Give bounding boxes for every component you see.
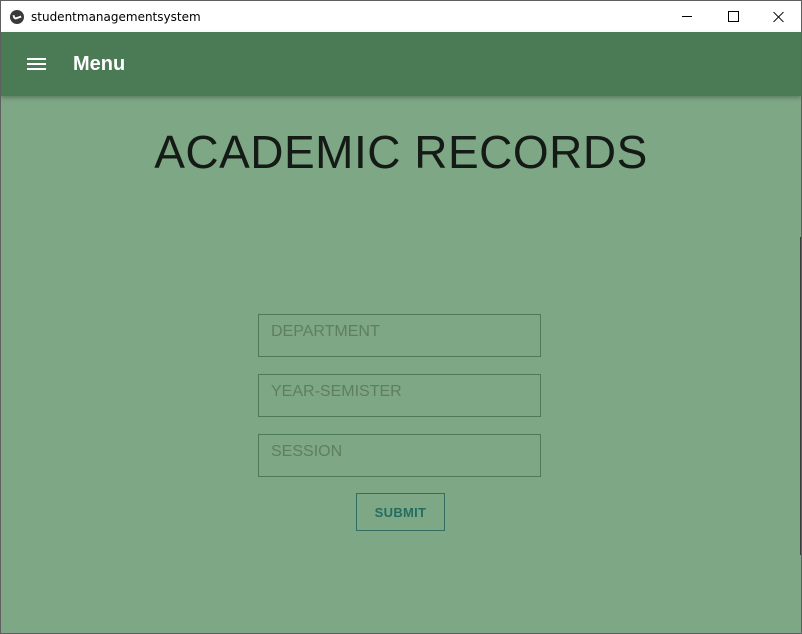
app-logo-icon [10,9,24,24]
window-titlebar[interactable]: studentmanagementsystem [1,1,801,32]
minimize-icon [682,16,692,17]
close-button[interactable] [756,1,801,32]
session-input[interactable] [259,435,540,476]
hamburger-menu-icon[interactable] [27,57,47,72]
window-edge-divider [800,237,801,555]
department-input[interactable] [259,315,540,356]
page-title: ACADEMIC RECORDS [154,126,648,178]
app-window: studentmanagementsystem Menu ACADEMIC RE… [0,0,802,634]
minimize-button[interactable] [664,1,710,32]
maximize-button[interactable] [710,1,756,32]
department-field[interactable] [258,314,541,357]
top-app-bar: Menu [1,32,801,96]
appbar-title: Menu [73,52,126,75]
maximize-icon [727,11,739,22]
window-title: studentmanagementsystem [31,9,201,24]
session-field[interactable] [258,434,541,477]
year-semester-input[interactable] [259,375,540,416]
year-semester-field[interactable] [258,374,541,417]
submit-button[interactable]: SUBMIT [356,493,445,531]
close-icon [773,11,785,23]
